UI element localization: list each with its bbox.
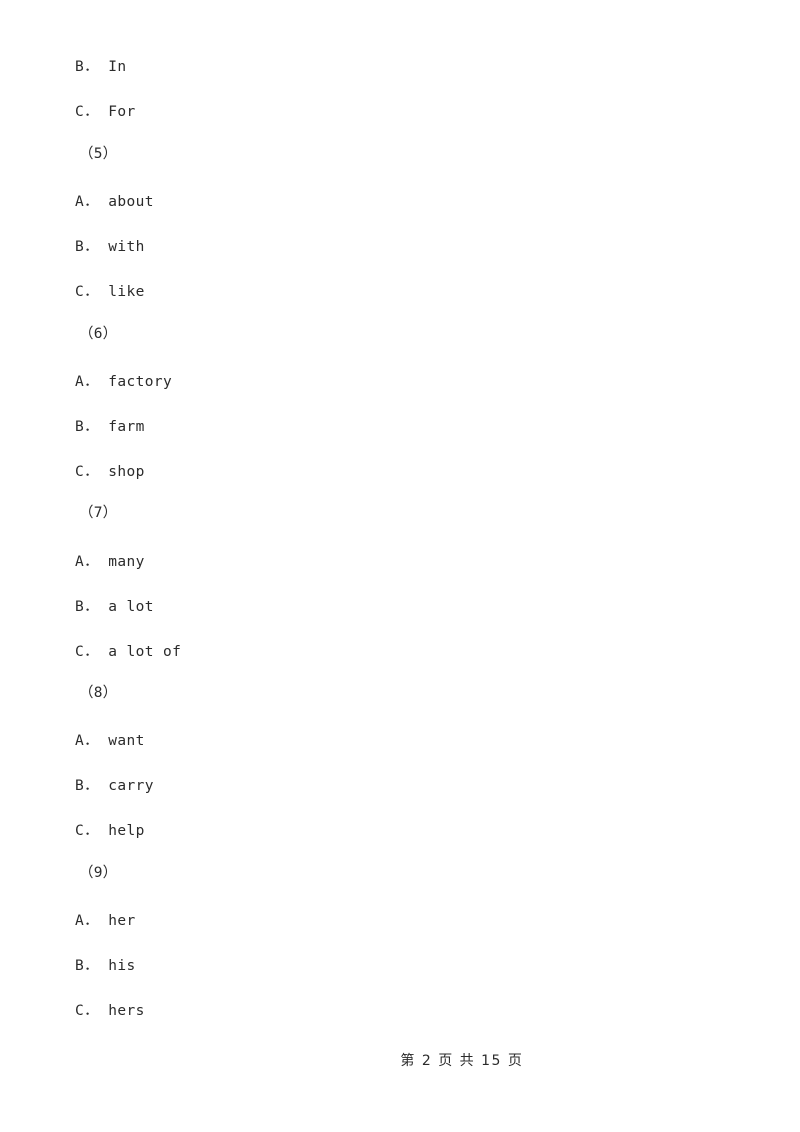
option-text: about — [108, 194, 154, 210]
question-number: （9） — [79, 864, 117, 882]
option-text: factory — [108, 374, 173, 390]
option-text: carry — [108, 778, 154, 794]
answer-option: B． his — [75, 957, 136, 975]
option-letter: B — [75, 59, 85, 75]
option-separator: ． — [84, 644, 100, 660]
answer-option: A． want — [75, 732, 145, 750]
answer-option: B． a lot — [75, 598, 154, 616]
option-letter: B — [75, 599, 85, 615]
question-number-label: （8） — [79, 685, 118, 701]
option-separator: ． — [84, 1003, 100, 1019]
option-text: like — [108, 284, 145, 300]
option-text: a lot — [108, 599, 154, 615]
option-letter: A — [75, 733, 85, 749]
option-letter: C — [75, 823, 85, 839]
answer-option: C． a lot of — [75, 643, 181, 661]
option-letter: A — [75, 374, 85, 390]
option-separator: ． — [84, 239, 100, 255]
page-number-text: 第 2 页 共 15 页 — [400, 1053, 524, 1069]
answer-option: C． For — [75, 103, 136, 121]
document-page: B． In C． For （5） A． about B． with C． like （6） A… — [0, 0, 800, 1132]
answer-option: A． about — [75, 193, 154, 211]
option-separator: ． — [84, 284, 100, 300]
answer-option: A． factory — [75, 373, 172, 391]
option-text: with — [108, 239, 145, 255]
option-letter: B — [75, 239, 85, 255]
option-separator: ． — [84, 733, 100, 749]
answer-option: A． her — [75, 912, 136, 930]
option-letter: B — [75, 419, 85, 435]
answer-option: C． help — [75, 822, 145, 840]
option-text: a lot of — [108, 644, 182, 660]
option-letter: B — [75, 778, 85, 794]
option-letter: C — [75, 464, 85, 480]
option-separator: ． — [84, 913, 100, 929]
option-separator: ． — [84, 59, 100, 75]
option-letter: A — [75, 913, 85, 929]
option-separator: ． — [84, 104, 100, 120]
page-footer: 第 2 页 共 15 页 — [0, 1034, 800, 1086]
option-separator: ． — [84, 778, 100, 794]
option-text: hers — [108, 1003, 145, 1019]
answer-option: B． In — [75, 58, 126, 76]
question-number-label: （9） — [79, 865, 118, 881]
option-text: shop — [108, 464, 145, 480]
answer-option: C． like — [75, 283, 145, 301]
option-separator: ． — [84, 958, 100, 974]
question-number-label: （6） — [79, 326, 118, 342]
option-text: many — [108, 554, 145, 570]
option-letter: C — [75, 284, 85, 300]
option-letter: A — [75, 554, 85, 570]
option-letter: C — [75, 104, 85, 120]
option-separator: ． — [84, 554, 100, 570]
question-number: （5） — [79, 145, 117, 163]
answer-option: C． shop — [75, 463, 145, 481]
question-number-label: （7） — [79, 505, 118, 521]
option-separator: ． — [84, 823, 100, 839]
question-number: （7） — [79, 504, 117, 522]
option-text: For — [108, 104, 136, 120]
option-text: In — [108, 59, 127, 75]
answer-option: A． many — [75, 553, 145, 571]
option-text: farm — [108, 419, 145, 435]
answer-option: C． hers — [75, 1002, 145, 1020]
option-text: her — [108, 913, 136, 929]
option-separator: ． — [84, 194, 100, 210]
answer-option: B． carry — [75, 777, 154, 795]
option-text: help — [108, 823, 145, 839]
answer-option: B． with — [75, 238, 145, 256]
question-number-label: （5） — [79, 146, 118, 162]
option-separator: ． — [84, 464, 100, 480]
option-letter: C — [75, 644, 85, 660]
option-text: his — [108, 958, 136, 974]
option-letter: B — [75, 958, 85, 974]
question-number: （6） — [79, 325, 117, 343]
question-number: （8） — [79, 684, 117, 702]
option-letter: A — [75, 194, 85, 210]
option-text: want — [108, 733, 145, 749]
option-separator: ． — [84, 374, 100, 390]
answer-option: B． farm — [75, 418, 145, 436]
option-letter: C — [75, 1003, 85, 1019]
option-separator: ． — [84, 419, 100, 435]
option-separator: ． — [84, 599, 100, 615]
